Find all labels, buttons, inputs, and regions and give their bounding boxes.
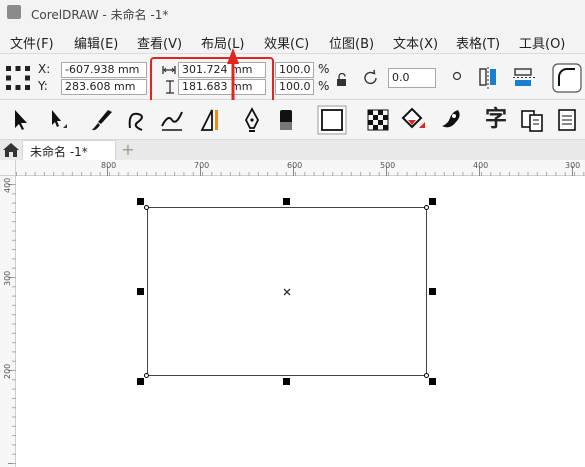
dimension-icon[interactable] xyxy=(198,106,226,134)
interactive-fill-icon[interactable] xyxy=(438,106,466,134)
object-properties-icon[interactable] xyxy=(518,106,546,134)
property-bar: X: Y: -607.938 mm 283.608 mm 301.724 mm … xyxy=(0,54,585,104)
selection-handle[interactable] xyxy=(283,378,290,385)
selection-handle[interactable] xyxy=(429,288,436,295)
menu-view[interactable]: 查看(V) xyxy=(137,33,182,52)
scale-x-input[interactable]: 100.0 xyxy=(275,62,314,78)
pick-tool-icon[interactable] xyxy=(6,106,34,134)
pages-icon[interactable] xyxy=(554,106,582,134)
app-icon xyxy=(7,5,21,19)
window-title: CorelDRAW - 未命名 -1* xyxy=(31,8,169,22)
corner-shape-icon[interactable] xyxy=(552,63,582,93)
scale-x-percent: % xyxy=(318,62,330,76)
menu-bar: 文件(F) 编辑(E) 查看(V) 布局(L) 效果(C) 位图(B) 文本(X… xyxy=(0,28,585,54)
bezier-icon[interactable] xyxy=(124,106,152,134)
ruler-tick-label: 600 xyxy=(287,161,303,170)
corner-node[interactable] xyxy=(144,205,149,210)
menu-effects[interactable]: 效果(C) xyxy=(264,33,309,52)
ruler-tick-label: 700 xyxy=(194,161,210,170)
ruler-corner[interactable] xyxy=(0,160,16,176)
pen-icon[interactable] xyxy=(238,106,266,134)
lock-ratio-icon[interactable] xyxy=(336,73,348,87)
origin-circle-icon[interactable] xyxy=(452,71,462,81)
ruler-tick-label: 200 xyxy=(3,363,12,379)
title-bar: CorelDRAW - 未命名 -1* xyxy=(0,0,585,28)
menu-text[interactable]: 文本(X) xyxy=(393,33,438,52)
selection-handle[interactable] xyxy=(283,198,290,205)
selection-handle[interactable] xyxy=(429,378,436,385)
shape-tool-icon[interactable] xyxy=(44,106,72,134)
eraser-icon[interactable] xyxy=(272,106,300,134)
y-label: Y: xyxy=(38,79,48,93)
scale-y-percent: % xyxy=(318,79,330,93)
rotate-icon xyxy=(364,69,377,85)
rectangle-icon[interactable] xyxy=(316,104,348,136)
fill-icon[interactable] xyxy=(400,106,428,134)
tab-document[interactable]: 未命名 -1* xyxy=(22,140,116,160)
document-tab-bar: 未命名 -1* + xyxy=(0,140,585,160)
rotation-input[interactable]: 0.0 xyxy=(388,68,436,88)
ruler-tick-label: 300 xyxy=(3,270,12,286)
corner-node[interactable] xyxy=(424,205,429,210)
selection-handle[interactable] xyxy=(137,288,144,295)
text-tool-icon[interactable]: 字 xyxy=(482,106,510,134)
vertical-ruler[interactable]: 400 300 200 xyxy=(0,176,16,467)
scale-y-input[interactable]: 100.0 xyxy=(275,79,314,95)
coreldraw-window: CorelDRAW - 未命名 -1* 文件(F) 编辑(E) 查看(V) 布局… xyxy=(0,0,585,467)
add-tab-icon[interactable]: + xyxy=(120,141,136,159)
toolbox: 字 xyxy=(0,100,585,140)
horizontal-ruler[interactable]: 800 700 600 500 400 300 xyxy=(16,160,585,176)
x-position-input[interactable]: -607.938 mm xyxy=(61,62,147,78)
calligraphy-icon[interactable] xyxy=(158,106,186,134)
menu-tools[interactable]: 工具(O) xyxy=(519,33,565,52)
transparency-icon[interactable] xyxy=(364,106,392,134)
menu-bitmaps[interactable]: 位图(B) xyxy=(329,33,374,52)
mirror-horizontal-icon[interactable] xyxy=(476,66,500,90)
ruler-tick-label: 500 xyxy=(380,161,396,170)
center-mark-icon[interactable] xyxy=(283,288,291,296)
ruler-tick-label: 400 xyxy=(3,177,12,193)
ruler-tick-label: 400 xyxy=(473,161,489,170)
size-highlight-box xyxy=(150,57,274,104)
menu-edit[interactable]: 编辑(E) xyxy=(74,33,118,52)
x-label: X: xyxy=(38,62,51,76)
artistic-media-icon[interactable] xyxy=(88,106,116,134)
selection-handle[interactable] xyxy=(429,198,436,205)
ruler-tick-label: 300 xyxy=(565,161,581,170)
tab-label: 未命名 -1* xyxy=(30,145,88,159)
vertical-ruler-ticks xyxy=(8,184,16,464)
mirror-vertical-icon[interactable] xyxy=(512,66,536,90)
y-position-input[interactable]: 283.608 mm xyxy=(61,79,147,95)
object-origin-icon[interactable] xyxy=(5,65,31,91)
menu-table[interactable]: 表格(T) xyxy=(456,33,500,52)
corner-node[interactable] xyxy=(144,373,149,378)
menu-file[interactable]: 文件(F) xyxy=(10,33,54,52)
selection-handle[interactable] xyxy=(137,378,144,385)
home-icon[interactable] xyxy=(2,141,20,159)
ruler-tick-label: 800 xyxy=(101,161,117,170)
selection-handle[interactable] xyxy=(137,198,144,205)
